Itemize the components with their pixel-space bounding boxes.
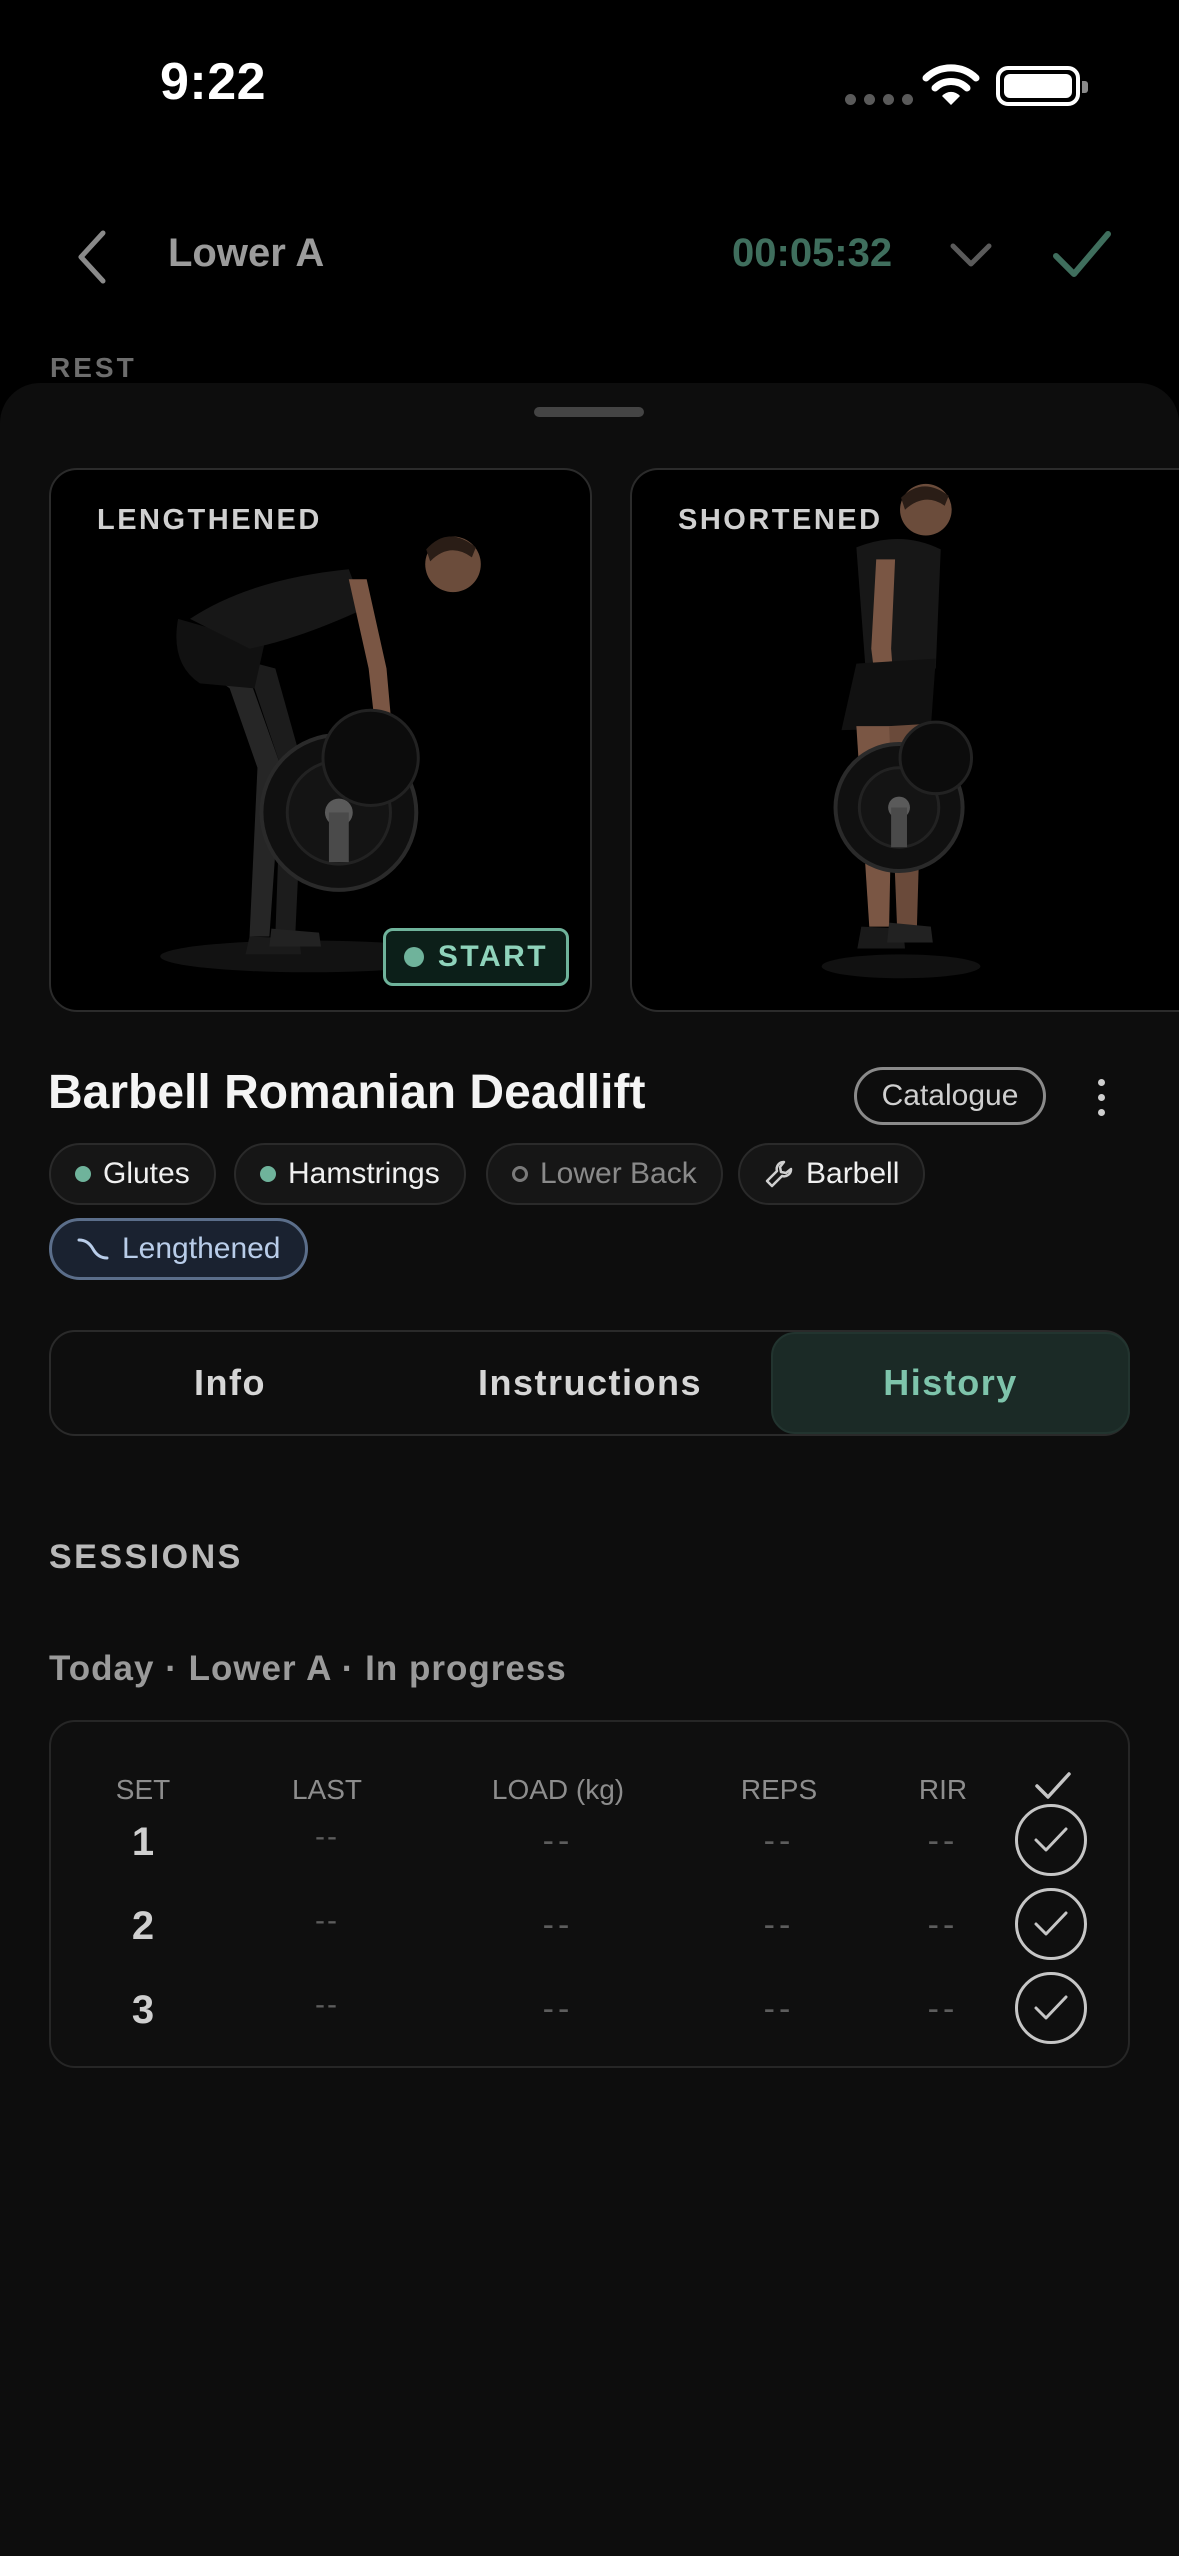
column-header-rir: RIR (918, 1774, 968, 1805)
status-bar: 9:22 (0, 0, 1179, 170)
start-position-badge: START (383, 928, 569, 986)
muscle-chip-lower-back[interactable]: Lower Back (486, 1143, 723, 1205)
rir-input[interactable]: -- (928, 1990, 959, 2029)
exercise-sheet: LENGTHENED START SHORTENED Barbell Roman… (0, 383, 1179, 2556)
checkmark-icon (1034, 1995, 1068, 2020)
chip-label: Lengthened (122, 1232, 281, 1265)
completed-column-checkmark-icon (1035, 1772, 1071, 1799)
workout-timer: 00:05:32 (732, 231, 893, 275)
chip-label: Glutes (103, 1157, 190, 1190)
reps-input[interactable]: -- (764, 1822, 795, 1861)
workout-title: Lower A (168, 231, 325, 275)
sets-table: SET LAST LOAD (kg) REPS RIR 1 -- -- -- -… (49, 1720, 1130, 2068)
session-title: Today · Lower A · In progress (49, 1649, 567, 1688)
set-number: 1 (131, 1820, 155, 1864)
detail-tabs: Info Instructions History (49, 1330, 1130, 1436)
complete-set-button[interactable] (1015, 1972, 1087, 2044)
catalogue-button[interactable]: Catalogue (854, 1067, 1046, 1125)
muscle-chip-glutes[interactable]: Glutes (49, 1143, 216, 1205)
column-header-load: LOAD (kg) (491, 1774, 625, 1805)
checkmark-icon (1034, 1911, 1068, 1936)
sheet-drag-handle[interactable] (534, 407, 644, 417)
shortened-position-card[interactable]: SHORTENED (630, 468, 1179, 1012)
rir-input[interactable]: -- (928, 1822, 959, 1861)
chevron-down-icon[interactable] (948, 238, 994, 272)
set-number: 3 (131, 1988, 155, 2032)
load-input[interactable]: -- (543, 1822, 574, 1861)
last-value: -- (315, 1904, 339, 1937)
lengthened-label: LENGTHENED (97, 504, 322, 536)
secondary-muscle-dot-icon (512, 1166, 528, 1182)
reps-input[interactable]: -- (764, 1906, 795, 1945)
primary-muscle-dot-icon (75, 1166, 91, 1182)
shortened-exercise-illustration (821, 483, 981, 979)
wifi-icon (922, 64, 980, 105)
chip-label: Lower Back (540, 1157, 697, 1190)
rir-input[interactable]: -- (928, 1906, 959, 1945)
exercise-title: Barbell Romanian Deadlift (48, 1066, 646, 1119)
back-button[interactable] (66, 222, 118, 292)
chip-label: Barbell (806, 1157, 900, 1190)
set-number: 2 (131, 1904, 155, 1948)
last-value: -- (315, 1988, 339, 2021)
start-label: START (437, 940, 549, 973)
checkmark-icon (1034, 1827, 1068, 1852)
more-dot-icon (1097, 1078, 1105, 1086)
start-dot-icon (403, 947, 424, 967)
tab-info[interactable]: Info (51, 1332, 409, 1434)
complete-set-button[interactable] (1015, 1888, 1087, 1960)
tab-instructions[interactable]: Instructions (409, 1332, 771, 1434)
muscle-chip-hamstrings[interactable]: Hamstrings (234, 1143, 466, 1205)
column-header-reps: REPS (740, 1774, 818, 1805)
column-header-set: SET (115, 1774, 171, 1805)
sessions-heading: SESSIONS (49, 1538, 243, 1576)
column-header-last: LAST (291, 1774, 363, 1805)
more-dot-icon (1097, 1108, 1105, 1116)
shortened-label: SHORTENED (678, 504, 883, 536)
battery-icon (996, 66, 1088, 106)
tab-history[interactable]: History (771, 1332, 1130, 1434)
load-input[interactable]: -- (543, 1906, 574, 1945)
complete-set-button[interactable] (1015, 1804, 1087, 1876)
lengthened-curve-icon (77, 1238, 109, 1260)
status-time: 9:22 (160, 53, 267, 111)
cellular-signal-icon (845, 94, 913, 105)
rest-label: REST (50, 352, 137, 383)
bias-chip-lengthened[interactable]: Lengthened (49, 1218, 308, 1280)
last-value: -- (315, 1820, 339, 1853)
finish-workout-button[interactable] (1050, 226, 1114, 282)
wrench-icon (765, 1160, 793, 1188)
primary-muscle-dot-icon (260, 1166, 276, 1182)
more-dot-icon (1097, 1093, 1105, 1101)
chip-label: Hamstrings (288, 1157, 440, 1190)
lengthened-position-card[interactable]: LENGTHENED START (49, 468, 592, 1012)
load-input[interactable]: -- (543, 1990, 574, 2029)
equipment-chip-barbell[interactable]: Barbell (738, 1143, 926, 1205)
more-options-button[interactable] (1086, 1069, 1116, 1125)
chevron-left-icon (78, 230, 106, 284)
reps-input[interactable]: -- (764, 1990, 795, 2029)
